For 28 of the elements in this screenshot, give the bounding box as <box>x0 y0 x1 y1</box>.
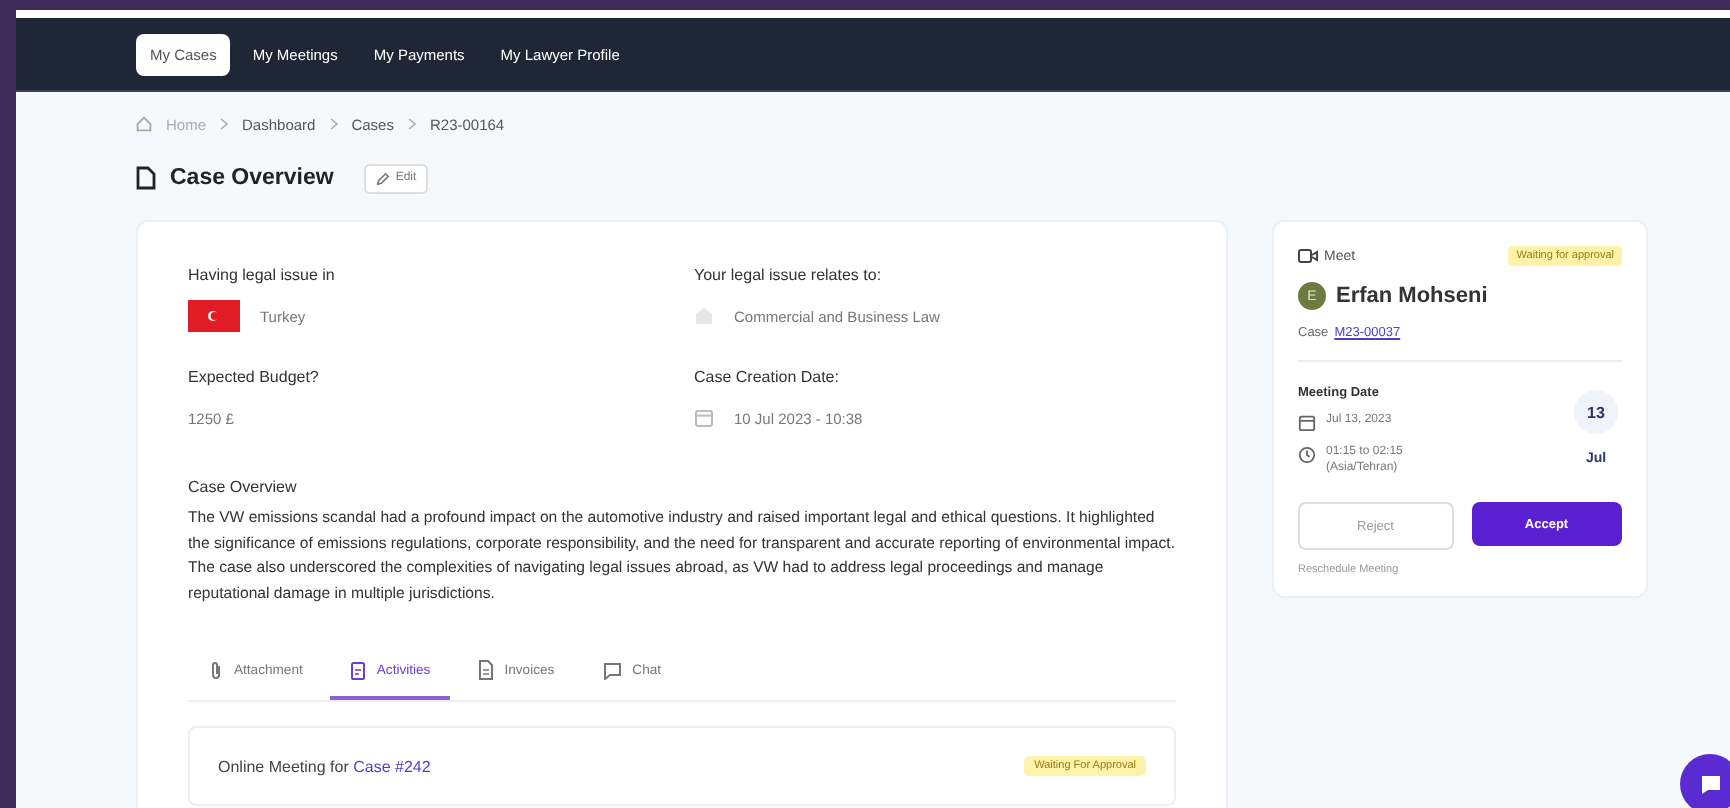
calendar-icon <box>694 408 714 428</box>
clipboard-icon <box>350 660 367 680</box>
turkey-flag-icon <box>188 300 240 332</box>
activity-title: Online Meeting for Case #242 <box>218 757 431 775</box>
field-label: Your legal issue relates to: <box>694 266 884 284</box>
building-icon <box>694 306 714 326</box>
chat-button[interactable] <box>1680 754 1730 808</box>
chevron-icon <box>220 118 229 130</box>
field-label: Having legal issue in <box>188 266 337 284</box>
home-icon <box>136 116 152 132</box>
field-label: Case Creation Date: <box>694 368 841 386</box>
case-link[interactable]: Case #242 <box>353 757 431 775</box>
date-day: 13 <box>1574 390 1618 434</box>
chat-icon <box>602 661 623 679</box>
chevron-icon <box>407 118 416 130</box>
page-title: Case Overview <box>170 166 334 190</box>
document-icon <box>478 660 495 680</box>
clock-icon <box>1298 446 1316 464</box>
paperclip-icon <box>208 660 224 680</box>
chat-icon <box>1698 773 1722 795</box>
pencil-icon <box>375 171 390 185</box>
field-label: Expected Budget? <box>188 368 321 386</box>
client-name: Erfan Mohseni <box>1336 284 1488 308</box>
section-heading: Case Overview <box>188 478 299 496</box>
video-camera-icon <box>1298 248 1318 264</box>
chevron-icon <box>329 118 338 130</box>
calendar-icon <box>1298 414 1316 432</box>
document-icon <box>136 166 156 190</box>
